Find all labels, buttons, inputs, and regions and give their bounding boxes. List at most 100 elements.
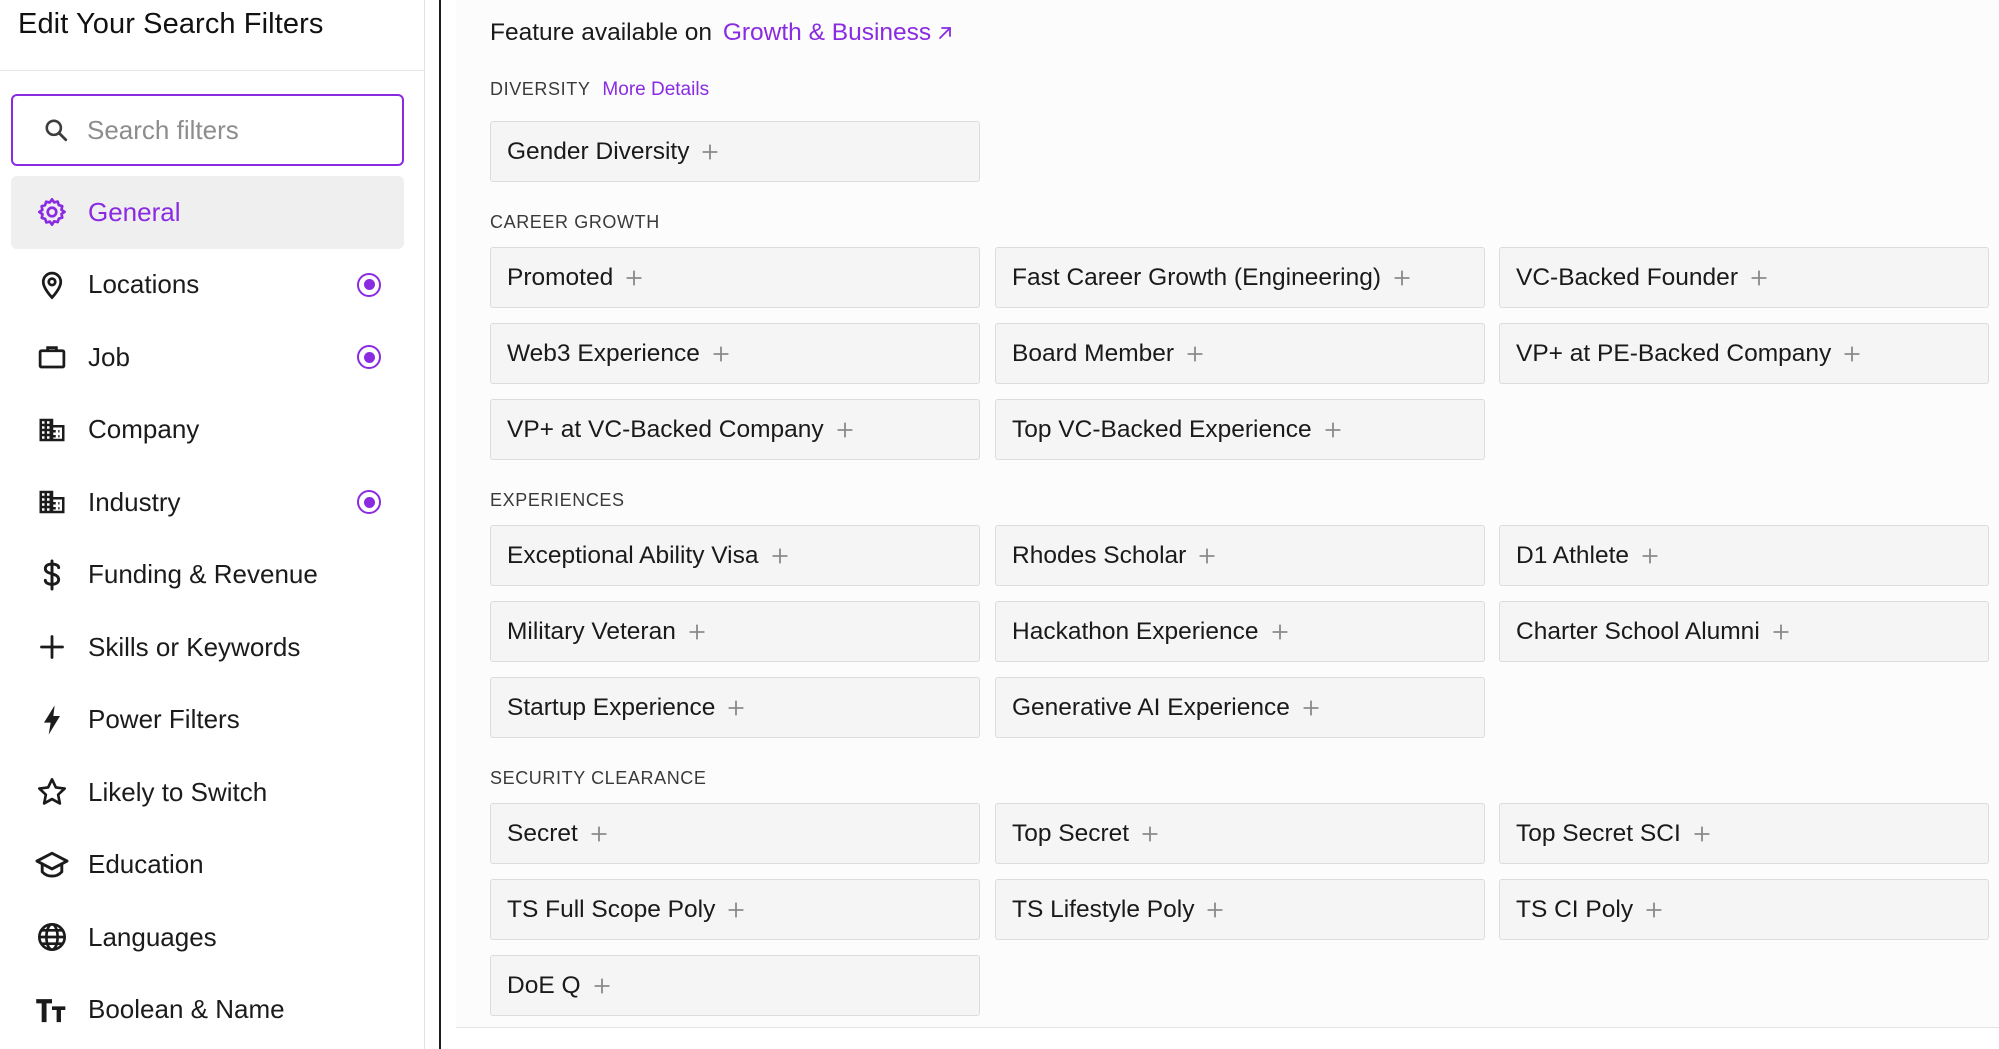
building-icon (34, 412, 70, 448)
plus-icon (593, 977, 611, 995)
experiences-section-label: EXPERIENCES (490, 490, 625, 510)
plus-icon (836, 421, 854, 439)
sidebar: Edit Your Search Filters General (0, 0, 425, 1049)
plus-icon (1324, 421, 1342, 439)
plus-icon (1206, 901, 1224, 919)
diversity-section-label: DIVERSITY More Details (490, 79, 709, 101)
filter-chip[interactable]: D1 Athlete (1499, 525, 1989, 586)
chip-label: TS Full Scope Poly (507, 895, 716, 923)
sidebar-item-label: Company (88, 414, 200, 445)
chip-label: Charter School Alumni (1516, 617, 1760, 645)
sidebar-item-skills-keywords[interactable]: Skills or Keywords (11, 611, 404, 684)
plus-icon (771, 547, 789, 565)
filter-chip[interactable]: Top Secret (995, 803, 1485, 864)
filters-panel: Feature available on Growth & Business D… (456, 0, 1999, 1028)
plus-icon (727, 699, 745, 717)
filter-chip[interactable]: Top VC-Backed Experience (995, 399, 1485, 460)
sidebar-divider (0, 70, 425, 71)
feature-availability-notice: Feature available on Growth & Business (490, 19, 953, 47)
filter-chip[interactable]: Charter School Alumni (1499, 601, 1989, 662)
diversity-heading: DIVERSITY (490, 79, 591, 99)
plus-icon (1141, 825, 1159, 843)
filter-chip[interactable]: Startup Experience (490, 677, 980, 738)
sidebar-item-label: General (88, 196, 181, 227)
chip-label: Startup Experience (507, 693, 716, 721)
chip-label: D1 Athlete (1516, 541, 1630, 569)
filter-chip[interactable]: Gender Diversity (490, 121, 980, 182)
plus-icon (1843, 345, 1861, 363)
chip-label: Generative AI Experience (1012, 693, 1290, 721)
chip-label: Top Secret SCI (1516, 819, 1681, 847)
plus-icon (1271, 623, 1289, 641)
filter-chip[interactable]: Generative AI Experience (995, 677, 1485, 738)
search-input[interactable] (87, 114, 387, 146)
sidebar-item-power-filters[interactable]: Power Filters (11, 684, 404, 757)
filter-chip[interactable]: VC-Backed Founder (1499, 247, 1989, 308)
plus-icon (1772, 623, 1790, 641)
sidebar-title: Edit Your Search Filters (18, 8, 324, 40)
filter-chip[interactable]: Board Member (995, 323, 1485, 384)
sidebar-item-languages[interactable]: Languages (11, 901, 404, 974)
active-filter-indicator (357, 345, 381, 370)
sidebar-item-label: Likely to Switch (88, 776, 268, 807)
filter-chip[interactable]: Military Veteran (490, 601, 980, 662)
filter-chip[interactable]: TS CI Poly (1499, 879, 1989, 940)
filter-chip[interactable]: Promoted (490, 247, 980, 308)
career-growth-section-label: CAREER GROWTH (490, 212, 660, 232)
briefcase-icon (34, 339, 70, 375)
globe-icon (34, 919, 70, 955)
chip-label: Top Secret (1012, 819, 1130, 847)
chip-label: Web3 Experience (507, 339, 700, 367)
filter-chip[interactable]: VP+ at VC-Backed Company (490, 399, 980, 460)
star-icon (34, 774, 70, 810)
chip-label: Military Veteran (507, 617, 676, 645)
filter-chip[interactable]: Exceptional Ability Visa (490, 525, 980, 586)
sidebar-item-label: Job (88, 341, 130, 372)
sidebar-item-industry[interactable]: Industry (11, 466, 404, 539)
sidebar-item-likely-to-switch[interactable]: Likely to Switch (11, 756, 404, 829)
plus-icon (1302, 699, 1320, 717)
chip-label: Hackathon Experience (1012, 617, 1259, 645)
sidebar-item-funding-revenue[interactable]: Funding & Revenue (11, 539, 404, 612)
filter-chip[interactable]: Web3 Experience (490, 323, 980, 384)
chip-label: Rhodes Scholar (1012, 541, 1187, 569)
chip-label: DoE Q (507, 971, 581, 999)
filter-chip[interactable]: Hackathon Experience (995, 601, 1485, 662)
plus-icon (625, 269, 643, 287)
filter-chip[interactable]: Secret (490, 803, 980, 864)
chip-label: VC-Backed Founder (1516, 263, 1738, 291)
chip-label: VP+ at VC-Backed Company (507, 415, 824, 443)
sidebar-item-company[interactable]: Company (11, 394, 404, 467)
plus-icon (1645, 901, 1663, 919)
sidebar-item-label: Languages (88, 921, 217, 952)
filter-chip[interactable]: Top Secret SCI (1499, 803, 1989, 864)
filter-chip[interactable]: TS Lifestyle Poly (995, 879, 1485, 940)
filter-chip[interactable]: TS Full Scope Poly (490, 879, 980, 940)
plus-icon (34, 629, 70, 665)
filter-chip[interactable]: DoE Q (490, 955, 980, 1016)
graduation-cap-icon (34, 847, 70, 883)
filter-chip[interactable]: Rhodes Scholar (995, 525, 1485, 586)
search-icon (45, 119, 68, 142)
sidebar-item-locations[interactable]: Locations (11, 249, 404, 322)
chip-label: Exceptional Ability Visa (507, 541, 759, 569)
security-clearance-section-label: SECURITY CLEARANCE (490, 768, 707, 788)
sidebar-item-education[interactable]: Education (11, 829, 404, 902)
growth-business-link[interactable]: Growth & Business (723, 19, 953, 46)
chip-label: Promoted (507, 263, 614, 291)
filter-chip[interactable]: Fast Career Growth (Engineering) (995, 247, 1485, 308)
sidebar-item-boolean-name[interactable]: Boolean & Name (11, 974, 404, 1047)
plus-icon (1393, 269, 1411, 287)
chip-label: VP+ at PE-Backed Company (1516, 339, 1832, 367)
plus-icon (1186, 345, 1204, 363)
sidebar-item-job[interactable]: Job (11, 321, 404, 394)
filter-chip[interactable]: VP+ at PE-Backed Company (1499, 323, 1989, 384)
more-details-link[interactable]: More Details (602, 79, 709, 100)
search-box[interactable] (11, 94, 404, 166)
sidebar-item-general[interactable]: General (11, 176, 404, 249)
dollar-icon (34, 557, 70, 593)
active-filter-indicator (357, 490, 381, 515)
chip-label: Top VC-Backed Experience (1012, 415, 1312, 443)
sidebar-item-label: Funding & Revenue (88, 559, 318, 590)
sidebar-item-label: Industry (88, 486, 181, 517)
